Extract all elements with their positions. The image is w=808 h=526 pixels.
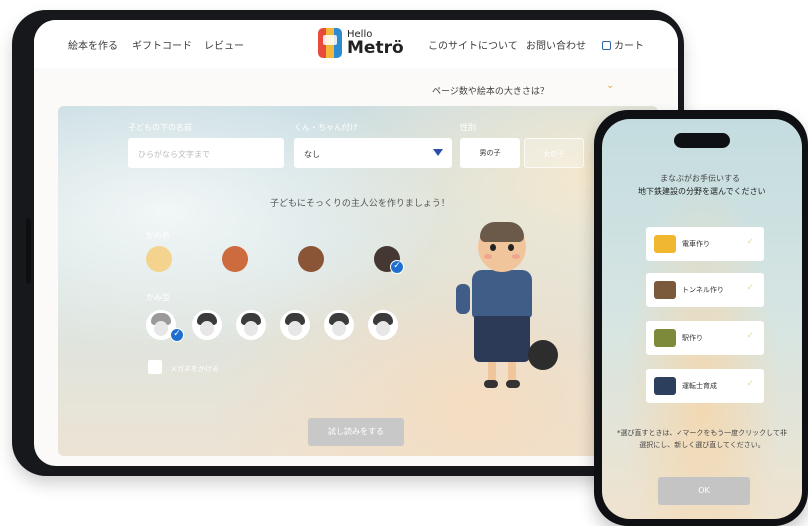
check-icon: ✓ — [746, 379, 754, 389]
character-eye — [490, 244, 496, 251]
hair-style-option-5[interactable] — [324, 310, 354, 340]
phone-device: まなぶがお手伝いする 地下鉄建設の分野を選んでください 電車作り ✓ トンネル作… — [594, 110, 808, 526]
character-shoe — [506, 380, 520, 388]
gender-boy-button[interactable]: 男の子 — [460, 138, 520, 168]
option-label: 駅作り — [682, 334, 703, 342]
character-shoe — [484, 380, 498, 388]
cart-label: カート — [614, 41, 644, 52]
option-label: 電車作り — [682, 240, 710, 248]
character-leg — [508, 362, 516, 382]
hair-style-option-4[interactable] — [280, 310, 310, 340]
option-label: トンネル作り — [682, 286, 724, 294]
character-leg — [488, 362, 496, 382]
character-builder-panel: 子どもの下の名前 ひらがなら文字まで くん・ちゃん付け なし 性別 男の子 女の… — [58, 106, 658, 456]
field-option-train[interactable]: 電車作り ✓ — [646, 227, 764, 261]
check-icon: ✓ — [746, 237, 754, 247]
suffix-select[interactable]: なし — [294, 138, 452, 168]
field-option-driver[interactable]: 運転士育成 ✓ — [646, 369, 764, 403]
field-option-station[interactable]: 駅作り ✓ — [646, 321, 764, 355]
field-option-tunnel[interactable]: トンネル作り ✓ — [646, 273, 764, 307]
ok-button[interactable]: OK — [658, 477, 750, 505]
hair-style-option-3[interactable] — [236, 310, 266, 340]
hair-style-option-2[interactable] — [192, 310, 222, 340]
top-navigation: 絵本を作る ギフトコード レビュー Hello Metrö このサイトについて … — [34, 20, 678, 68]
character-preview — [456, 222, 568, 397]
tablet-side-button — [26, 218, 31, 284]
driver-cap-icon — [654, 377, 676, 395]
nav-about[interactable]: このサイトについて — [428, 37, 518, 52]
phone-notch — [674, 133, 730, 148]
name-label: 子どもの下の名前 — [128, 123, 192, 132]
train-icon — [654, 235, 676, 253]
tablet-device: 絵本を作る ギフトコード レビュー Hello Metrö このサイトについて … — [12, 10, 684, 476]
check-icon: ✓ — [746, 331, 754, 341]
page-size-toggle[interactable]: ページ数や絵本の大きさは？ — [432, 84, 549, 97]
character-hakama — [474, 316, 530, 362]
reselect-note: *選び直すときは、✓マークをもう一度クリックして非選択にし、新しく選び直してくだ… — [617, 429, 787, 449]
character-hair — [480, 222, 524, 242]
station-icon — [654, 329, 676, 347]
suffix-label: くん・ちゃん付け — [294, 123, 358, 132]
character-kimono — [472, 270, 532, 318]
selected-check-icon: ✓ — [170, 328, 184, 342]
device-mockup-stage: 絵本を作る ギフトコード レビュー Hello Metrö このサイトについて … — [0, 0, 808, 526]
check-icon: ✓ — [746, 283, 754, 293]
hair-color-swatch-brown[interactable] — [298, 246, 324, 272]
hair-color-label: かみ色 — [146, 231, 170, 240]
character-cheek — [484, 254, 492, 259]
phone-instruction: 地下鉄建設の分野を選んでください — [638, 187, 766, 196]
option-label: 運転士育成 — [682, 382, 717, 390]
character-eye — [508, 244, 514, 251]
character-cheek — [512, 254, 520, 259]
nav-make-book[interactable]: 絵本を作る — [68, 37, 118, 52]
dropdown-caret-icon — [433, 149, 443, 156]
tunnel-icon — [654, 281, 676, 299]
glasses-label: メガネをかける — [170, 365, 219, 373]
gender-girl-button[interactable]: 女の子 — [524, 138, 584, 168]
hair-color-swatch-blonde[interactable] — [146, 246, 172, 272]
chevron-down-icon[interactable]: ⌄ — [606, 80, 614, 91]
try-reading-button[interactable]: 試し読みをする — [308, 418, 404, 446]
phone-intro-text: まなぶがお手伝いする — [660, 174, 740, 183]
nav-gift-code[interactable]: ギフトコード — [132, 37, 192, 52]
logo-metro-text: Metrö — [347, 37, 404, 58]
child-name-input[interactable]: ひらがなら文字まで — [128, 138, 284, 168]
phone-screen: まなぶがお手伝いする 地下鉄建設の分野を選んでください 電車作り ✓ トンネル作… — [602, 119, 802, 519]
nav-contact[interactable]: お問い合わせ — [526, 37, 586, 52]
tablet-screen: 絵本を作る ギフトコード レビュー Hello Metrö このサイトについて … — [34, 20, 678, 466]
builder-headline: 子どもにそっくりの主人公を作りましょう！ — [270, 199, 450, 209]
gender-label: 性別 — [460, 123, 476, 132]
metro-logo-icon — [318, 28, 342, 58]
suffix-value: なし — [304, 150, 320, 159]
hair-style-option-6[interactable] — [368, 310, 398, 340]
character-hat — [528, 340, 558, 370]
cart-icon — [602, 41, 611, 50]
nav-reviews[interactable]: レビュー — [204, 37, 244, 52]
character-arm — [456, 284, 470, 314]
hello-metro-logo[interactable]: Hello Metrö — [318, 28, 404, 58]
nav-cart[interactable]: カート — [602, 37, 644, 52]
hair-style-label: かみ型 — [146, 293, 170, 302]
selected-check-icon: ✓ — [390, 260, 404, 274]
glasses-checkbox[interactable] — [148, 360, 162, 374]
hair-color-swatch-orange[interactable] — [222, 246, 248, 272]
